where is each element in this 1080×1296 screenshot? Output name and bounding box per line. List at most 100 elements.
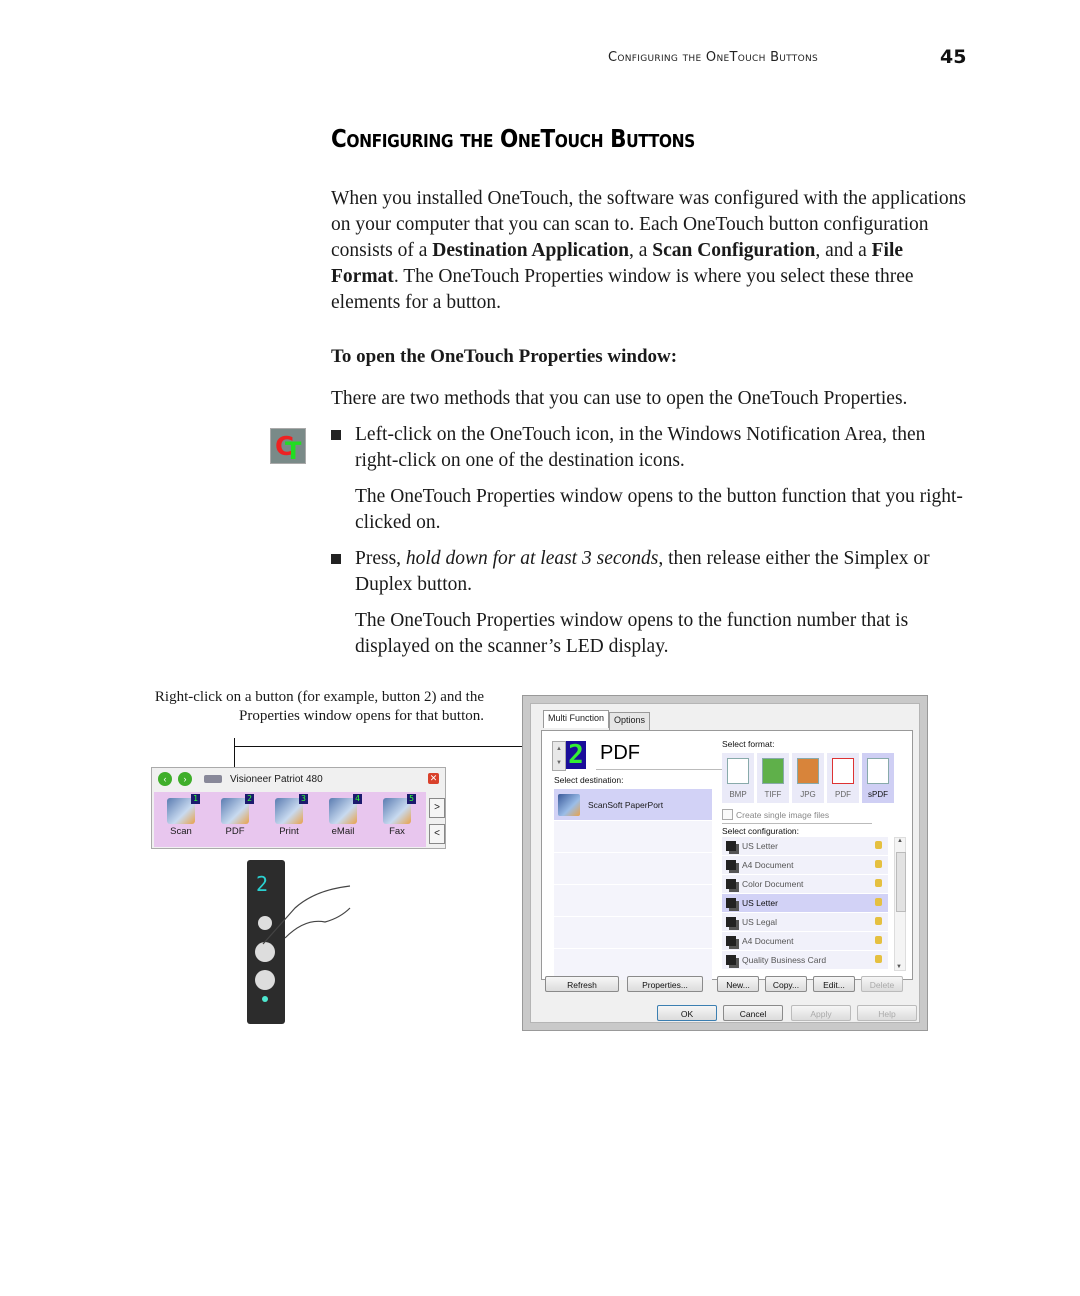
new-button[interactable]: New... (717, 976, 759, 992)
scanner-icon (204, 775, 222, 783)
format-name: PDF (600, 742, 640, 764)
destination-list[interactable]: ScanSoft PaperPort (554, 789, 712, 980)
configuration-item[interactable]: US Letter (722, 837, 888, 855)
onetouch-button-fax[interactable]: 5 Fax (370, 792, 424, 847)
button-number-badge: 3 (299, 794, 308, 804)
button-number-badge: 1 (191, 794, 200, 804)
destination-item-empty[interactable] (554, 885, 712, 916)
lock-icon (875, 917, 882, 925)
methods-intro: There are two methods that you can use t… (331, 388, 908, 409)
button-number-badge: 5 (407, 794, 416, 804)
forward-icon[interactable]: › (178, 772, 192, 786)
configuration-icon (726, 898, 736, 908)
button-label: eMail (331, 826, 355, 837)
onetouch-button-panel: ‹ › Visioneer Patriot 480 ✕ 1 Scan 2 PDF 3 Pr… (151, 767, 446, 849)
lock-icon (875, 841, 882, 849)
format-pdf[interactable]: PDF (827, 753, 859, 803)
configuration-label: A4 Document (742, 936, 794, 946)
onetouch-button-scan[interactable]: 1 Scan (154, 792, 208, 847)
destination-item-empty[interactable] (554, 917, 712, 948)
page-number: 45 (940, 46, 967, 68)
onetouch-button-pdf[interactable]: 2 PDF (208, 792, 262, 847)
spdf-icon (867, 758, 889, 784)
button-number-badge: 4 (353, 794, 362, 804)
button-label: Fax (389, 826, 405, 837)
jpg-icon (797, 758, 819, 784)
section-title: Configuring the OneTouch Buttons (331, 124, 695, 153)
onetouch-button-print[interactable]: 3 Print (262, 792, 316, 847)
button-label: Scan (170, 826, 192, 837)
destination-item-empty[interactable] (554, 821, 712, 852)
figure-caption: Right-click on a button (for example, bu… (154, 689, 484, 724)
configuration-item[interactable]: A4 Document (722, 856, 888, 874)
format-jpg[interactable]: JPG (792, 753, 824, 803)
bullet-followup: The OneTouch Properties window opens to … (355, 610, 909, 657)
copy-button[interactable]: Copy... (765, 976, 807, 992)
lock-icon (875, 898, 882, 906)
configuration-list[interactable]: US Letter A4 Document Color Document US Let… (722, 837, 898, 969)
configuration-item[interactable]: Quality Business Card (722, 951, 888, 969)
configuration-item[interactable]: US Legal (722, 913, 888, 931)
ok-button[interactable]: OK (657, 1005, 717, 1021)
button-number-badge: 2 (245, 794, 254, 804)
configuration-item[interactable]: US Letter (722, 894, 888, 912)
apply-button[interactable]: Apply (791, 1005, 851, 1021)
next-button[interactable]: > (429, 798, 445, 818)
button-number-display: 2 (566, 741, 586, 769)
format-tiff[interactable]: TIFF (757, 753, 789, 803)
destination-item[interactable]: ScanSoft PaperPort (554, 789, 712, 820)
cancel-button[interactable]: Cancel (723, 1005, 783, 1021)
close-icon[interactable]: ✕ (428, 773, 439, 784)
refresh-button[interactable]: Refresh (545, 976, 619, 992)
tab-multi-function[interactable]: Multi Function (543, 710, 610, 728)
down-arrow-icon[interactable]: ▼ (553, 756, 565, 770)
format-bmp[interactable]: BMP (722, 753, 754, 803)
tiff-icon (762, 758, 784, 784)
lock-icon (875, 879, 882, 887)
up-arrow-icon[interactable]: ▲ (553, 742, 565, 756)
configuration-item[interactable]: A4 Document (722, 932, 888, 950)
scanner-status-light (262, 996, 268, 1002)
onetouch-properties-window: Multi Function Options ▲ ▼ 2 PDF Select d… (522, 695, 928, 1031)
format-spdf[interactable]: sPDF (862, 753, 894, 803)
paperport-icon (558, 793, 580, 816)
procedure-heading: To open the OneTouch Properties window: (331, 346, 678, 367)
hand-illustration (262, 885, 351, 945)
duplex-button[interactable] (255, 970, 275, 990)
tab-options[interactable]: Options (609, 712, 651, 730)
button-label: Print (279, 826, 299, 837)
svg-text:T: T (285, 437, 302, 463)
configuration-icon (726, 936, 736, 946)
create-single-image-checkbox[interactable]: Create single image files (722, 809, 829, 820)
onetouch-tray-icon: CT (270, 428, 306, 465)
button-number-spinner[interactable]: ▲ ▼ (552, 741, 566, 771)
configuration-icon (726, 917, 736, 927)
configuration-label: Color Document (742, 879, 804, 889)
previous-button[interactable]: < (429, 824, 445, 844)
select-destination-label: Select destination: (554, 775, 624, 785)
onetouch-button-email[interactable]: 4 eMail (316, 792, 370, 847)
lock-icon (875, 936, 882, 944)
destination-item-empty[interactable] (554, 853, 712, 884)
lock-icon (875, 955, 882, 963)
configuration-item[interactable]: Color Document (722, 875, 888, 893)
configuration-icon (726, 841, 736, 851)
edit-button[interactable]: Edit... (813, 976, 855, 992)
back-icon[interactable]: ‹ (158, 772, 172, 786)
properties-button[interactable]: Properties... (627, 976, 703, 992)
callout-line (234, 746, 524, 747)
configuration-scrollbar[interactable]: ▲ ▼ (894, 837, 906, 971)
select-configuration-label: Select configuration: (722, 826, 800, 836)
bullet-item: Left-click on the OneTouch icon, in the … (331, 422, 971, 474)
pdf-icon (832, 758, 854, 784)
delete-button[interactable]: Delete (861, 976, 903, 992)
configuration-label: A4 Document (742, 860, 794, 870)
panel-title: Visioneer Patriot 480 (230, 773, 323, 785)
intro-paragraph: When you installed OneTouch, the softwar… (331, 188, 966, 313)
configuration-label: US Legal (742, 917, 777, 927)
configuration-icon (726, 860, 736, 870)
configuration-label: Quality Business Card (742, 955, 827, 965)
help-button[interactable]: Help (857, 1005, 917, 1021)
configuration-icon (726, 879, 736, 889)
format-list: BMP TIFF JPG PDF sPDF (722, 753, 897, 803)
